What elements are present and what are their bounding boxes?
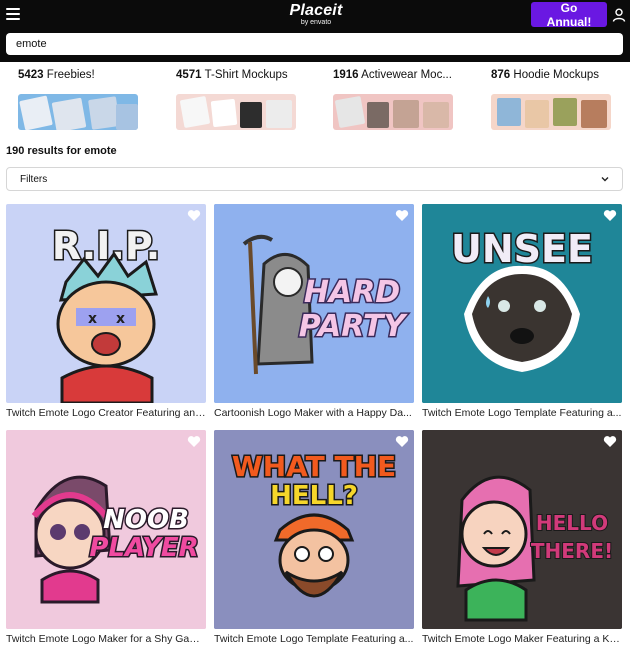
favorite-heart-icon[interactable] [603, 209, 617, 222]
search-input[interactable]: emote [6, 33, 623, 55]
favorite-heart-icon[interactable] [603, 435, 617, 448]
category-thumbnail [18, 94, 138, 130]
favorite-heart-icon[interactable] [187, 209, 201, 222]
template-thumbnail: R.I.P. x x [6, 204, 206, 403]
category-thumbnail [333, 94, 453, 130]
category-activewear-mockups[interactable]: 1916 Activewear Moc... [333, 62, 473, 138]
art-text: R.I.P. [52, 224, 160, 268]
art-text: HELL? [270, 481, 358, 511]
hamburger-menu-icon[interactable] [6, 8, 20, 20]
art-text: HARD [304, 275, 400, 310]
results-query: emote [84, 145, 117, 157]
template-thumbnail: HARD PARTY [214, 204, 414, 403]
art-text: PARTY [299, 309, 409, 344]
category-label: 5423 Freebies! [18, 69, 95, 81]
category-thumbnail [176, 94, 296, 130]
template-title[interactable]: Twitch Emote Logo Maker Featuring a Ka..… [422, 633, 622, 645]
template-title[interactable]: Twitch Emote Logo Template Featuring a..… [214, 633, 414, 645]
art-text: NOOB [103, 505, 189, 535]
template-thumbnail: NOOB PLAYER [6, 430, 206, 629]
template-card[interactable]: HELLO THERE! Twitch Emote Logo Maker Fea… [422, 430, 622, 648]
template-thumbnail: WHAT THE HELL? [214, 430, 414, 629]
art-text: HELLO [536, 511, 608, 535]
art-text: UNSEE [451, 227, 593, 271]
chevron-down-icon [601, 177, 609, 182]
favorite-heart-icon[interactable] [395, 209, 409, 222]
art-text: PLAYER [89, 533, 198, 563]
template-title[interactable]: Twitch Emote Logo Maker for a Shy Gami..… [6, 633, 206, 645]
template-title[interactable]: Cartoonish Logo Maker with a Happy Da... [214, 407, 414, 419]
category-thumbnail [491, 94, 611, 130]
category-label: 4571 T-Shirt Mockups [176, 69, 288, 81]
category-hoodie-mockups[interactable]: 876 Hoodie Mockups [491, 62, 630, 138]
search-input-value: emote [16, 38, 47, 50]
template-title[interactable]: Twitch Emote Logo Creator Featuring an .… [6, 407, 206, 419]
svg-text:x: x [88, 311, 97, 327]
template-card[interactable]: NOOB PLAYER Twitch Emote Logo Maker for … [6, 430, 206, 648]
top-header: Placeit by envato Go Annual! emote [0, 0, 630, 62]
favorite-heart-icon[interactable] [187, 435, 201, 448]
category-label: 876 Hoodie Mockups [491, 69, 600, 81]
results-summary: 190 results for emote [6, 145, 117, 157]
category-label: 1916 Activewear Moc... [333, 69, 452, 81]
category-freebies[interactable]: 5423 Freebies! [18, 62, 158, 138]
template-thumbnail: UNSEE [422, 204, 622, 403]
logo-wordmark: Placeit [289, 2, 343, 19]
filters-dropdown[interactable]: Filters [6, 167, 623, 191]
user-icon[interactable] [612, 8, 626, 22]
category-strip: 5423 Freebies! 4571 T-Shirt Mockups 1916… [0, 62, 630, 138]
template-title[interactable]: Twitch Emote Logo Template Featuring a..… [422, 407, 622, 419]
template-card[interactable]: HARD PARTY Cartoonish Logo Maker with a … [214, 204, 414, 422]
template-thumbnail: HELLO THERE! [422, 430, 622, 629]
filters-label: Filters [20, 173, 48, 185]
results-count: 190 results for [6, 145, 82, 157]
placeit-logo[interactable]: Placeit by envato [288, 3, 344, 27]
template-card[interactable]: UNSEE Twitch Emote Logo Template Featuri… [422, 204, 622, 422]
logo-byline: by envato [300, 19, 332, 26]
favorite-heart-icon[interactable] [395, 435, 409, 448]
art-text: THERE! [531, 539, 613, 563]
go-annual-button[interactable]: Go Annual! [531, 1, 607, 29]
art-text: WHAT THE [232, 450, 396, 483]
template-card[interactable]: WHAT THE HELL? Twitch Emote Logo Templat… [214, 430, 414, 648]
category-tshirt-mockups[interactable]: 4571 T-Shirt Mockups [176, 62, 316, 138]
template-card[interactable]: R.I.P. x x Twitch Emote Logo Creator Fea… [6, 204, 206, 422]
svg-text:x: x [116, 311, 125, 327]
